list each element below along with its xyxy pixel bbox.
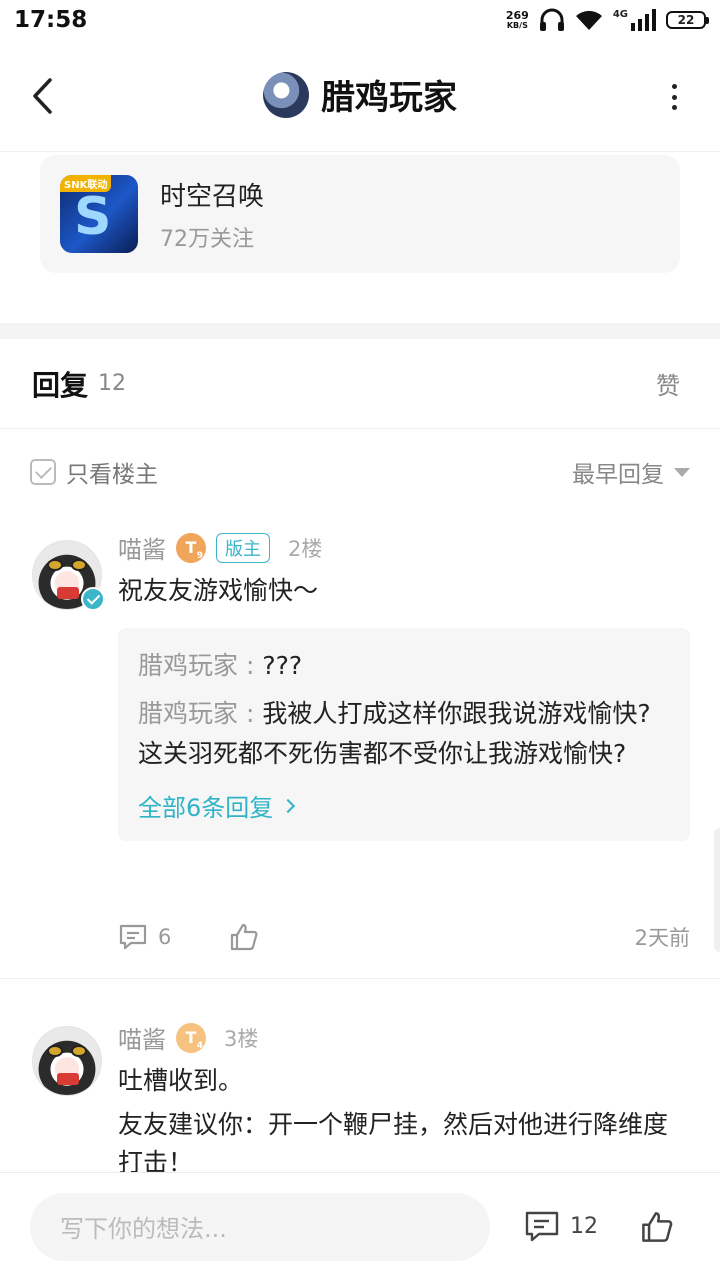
sort-dropdown[interactable]: 最早回复 <box>572 455 690 489</box>
level-number: 4 <box>196 1040 203 1051</box>
section-divider <box>0 323 720 339</box>
net-speed-unit: KB/S <box>506 21 528 30</box>
only-op-label[interactable]: 只看楼主 <box>66 455 158 489</box>
game-card[interactable]: SNK联动 S 时空召唤 72万关注 <box>40 155 680 273</box>
sub-reply-sep: : <box>238 699 263 728</box>
comment-line: 友友建议你：开一个鞭尸挂，然后对他进行降维度打击！ <box>118 1110 669 1172</box>
comment-meta: 喵酱 T9 版主 2楼 <box>118 530 322 565</box>
comment-item: 喵酱 T9 版主 2楼 祝友友游戏愉快～ 腊鸡玩家 : ??? 腊鸡玩家 : 我… <box>0 514 720 980</box>
page-title: 腊鸡玩家 <box>321 78 457 118</box>
comment-text: 祝友友游戏愉快～ <box>118 576 319 605</box>
battery-level: 22 <box>677 13 695 27</box>
thumbs-up-icon <box>231 923 258 951</box>
sort-label: 最早回复 <box>572 462 664 488</box>
floor-number: 3楼 <box>224 1026 259 1051</box>
avatar-eye <box>47 559 63 571</box>
comments-button[interactable]: 12 <box>524 1210 598 1244</box>
verified-icon <box>81 587 105 611</box>
net-speed-value: 269 <box>505 9 529 22</box>
level-letter: T <box>185 1028 197 1047</box>
comment-meta: 喵酱 T4 3楼 <box>118 1020 258 1055</box>
comment-actions: 6 2天前 <box>118 922 690 952</box>
game-logo-glyph: S <box>74 187 112 247</box>
comment-icon <box>525 1211 559 1241</box>
game-icon: SNK联动 S <box>60 175 138 253</box>
bottom-bar: 写下你的想法... 12 <box>0 1172 720 1280</box>
username[interactable]: 喵酱 <box>118 530 166 565</box>
floor-number: 2楼 <box>288 536 323 561</box>
level-number: 9 <box>196 550 203 561</box>
avatar[interactable] <box>32 540 105 611</box>
game-followers: 72万关注 <box>160 226 254 252</box>
view-all-replies-link[interactable]: 全部6条回复 <box>138 788 670 823</box>
reply-button[interactable]: 6 <box>118 923 171 951</box>
comment-item: 喵酱 T4 3楼 吐槽收到。 友友建议你：开一个鞭尸挂，然后对他进行降维度打击！ <box>0 980 720 1172</box>
only-op-checkbox[interactable] <box>30 459 56 485</box>
tab-replies[interactable]: 回复 <box>32 364 88 404</box>
comment-icon <box>119 924 147 950</box>
comment-divider <box>0 978 720 979</box>
net-speed: 269 KB/S <box>506 10 529 30</box>
comments-count: 12 <box>570 1214 598 1239</box>
battery-icon: 22 <box>666 11 709 29</box>
view-all-replies-label: 全部6条回复 <box>138 794 274 822</box>
comment-line: 吐槽收到。 <box>118 1066 244 1095</box>
comment-input[interactable]: 写下你的想法... <box>30 1192 490 1261</box>
comment-text: 吐槽收到。 友友建议你：开一个鞭尸挂，然后对他进行降维度打击！ <box>118 1062 686 1172</box>
sub-reply-text: ??? <box>262 651 303 680</box>
level-badge-icon: T4 <box>176 1022 206 1053</box>
replies-count: 12 <box>98 371 127 396</box>
avatar[interactable] <box>32 1026 102 1096</box>
sub-replies-box[interactable]: 腊鸡玩家 : ??? 腊鸡玩家 : 我被人打成这样你跟我说游戏愉快?这关羽死都不… <box>118 628 690 841</box>
username[interactable]: 喵酱 <box>118 1020 166 1055</box>
title-group[interactable]: 腊鸡玩家 <box>0 70 720 119</box>
filter-bar: 只看楼主 最早回复 <box>0 430 720 514</box>
status-bar: 17:58 269 KB/S 4G 22 <box>0 0 720 40</box>
network-type: 4G <box>612 8 628 20</box>
chevron-right-icon <box>281 798 296 813</box>
replies-header: 回复 12 赞 <box>0 339 720 429</box>
avatar-eye <box>71 1045 87 1057</box>
top-bar: 腊鸡玩家 <box>0 40 720 152</box>
moderator-badge: 版主 <box>216 532 270 563</box>
status-icons: 269 KB/S 4G 22 <box>506 8 709 32</box>
author-avatar[interactable] <box>263 71 309 118</box>
caret-down-icon <box>674 467 690 477</box>
headphones-icon <box>539 8 564 31</box>
level-badge-icon: T9 <box>176 532 206 563</box>
avatar-scarf <box>57 587 79 599</box>
game-name: 时空召唤 <box>160 181 265 212</box>
sub-reply: 腊鸡玩家 : 我被人打成这样你跟我说游戏愉快?这关羽死都不死伤害都不受你让我游戏… <box>138 694 670 774</box>
status-time: 17:58 <box>14 7 88 33</box>
sub-reply: 腊鸡玩家 : ??? <box>138 646 670 686</box>
avatar-eye <box>47 1045 63 1057</box>
like-button[interactable] <box>229 922 259 952</box>
sub-reply-author[interactable]: 腊鸡玩家 <box>138 699 238 728</box>
more-menu-icon[interactable] <box>668 80 680 114</box>
game-info: 时空召唤 72万关注 <box>160 176 264 253</box>
scroll-handle[interactable] <box>714 828 720 952</box>
thumbs-up-icon[interactable] <box>640 1210 674 1244</box>
avatar-eye <box>71 559 87 571</box>
reply-count: 6 <box>158 925 172 949</box>
signal-icon <box>631 9 656 31</box>
comment-input-placeholder: 写下你的想法... <box>60 1215 227 1243</box>
sub-reply-author[interactable]: 腊鸡玩家 <box>138 651 238 680</box>
timestamp: 2天前 <box>634 926 690 950</box>
sub-reply-sep: : <box>238 651 263 680</box>
level-letter: T <box>185 538 197 557</box>
tab-likes[interactable]: 赞 <box>656 366 680 401</box>
avatar-scarf <box>57 1073 79 1085</box>
wifi-icon <box>575 10 602 30</box>
